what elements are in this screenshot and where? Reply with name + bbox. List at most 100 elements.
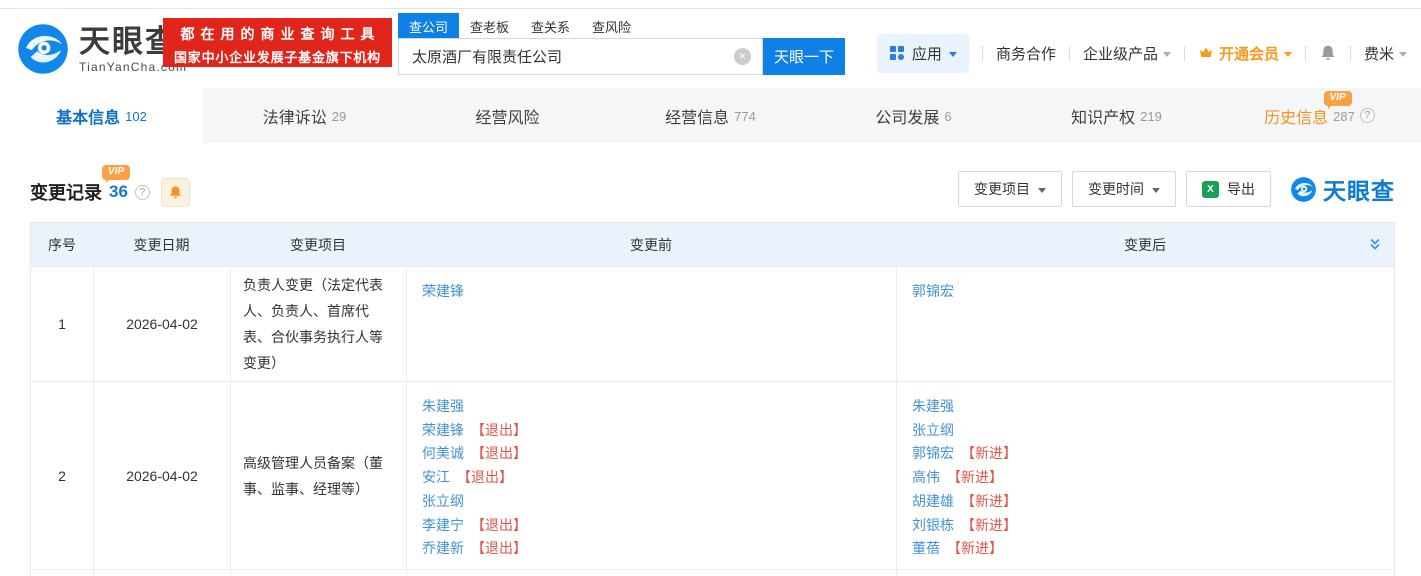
person-link[interactable]: 郭锦宏 <box>912 283 954 299</box>
person-status-tag: 【退出】 <box>471 422 527 438</box>
logo-swirl-icon <box>1290 176 1317 203</box>
logo-swirl-icon <box>16 22 70 76</box>
person-status-tag: 【退出】 <box>471 445 527 461</box>
nav-tab-label: 历史信息 <box>1264 104 1328 128</box>
person-link[interactable]: 荣建锋 <box>422 422 464 438</box>
person-link[interactable]: 朱建强 <box>912 398 954 414</box>
nav-tabs: 基本信息102法律诉讼29 经营风险 经营信息774公司发展6知识产权219VIP历… <box>0 88 1421 143</box>
person-link[interactable]: 郭锦宏 <box>912 445 954 461</box>
vip-badge: VIP <box>102 165 130 180</box>
cell-change-date: 2026-04-02 <box>93 267 230 381</box>
collapse-double-chevron-icon[interactable] <box>1368 237 1382 251</box>
cell-change-item: 高级管理人员备案（董事、监事、经理等） <box>230 382 406 569</box>
chevron-down-icon <box>1038 188 1046 193</box>
table-row: 12026-04-02负责人变更（法定代表人、负责人、首席代表、合伙事务执行人等… <box>31 266 1394 381</box>
column-header: 变更前 <box>406 235 896 255</box>
subscribe-bell-button[interactable] <box>161 178 190 207</box>
person-line: 荣建锋 <box>422 280 881 304</box>
person-link[interactable]: 朱建强 <box>422 398 464 414</box>
promo-line-1: 都在用的商业查询工具 <box>163 24 392 44</box>
nav-tab-label: 经营风险 <box>475 104 539 128</box>
export-button[interactable]: X 导出 <box>1186 171 1271 207</box>
nav-tab-label: 知识产权 <box>1071 104 1135 128</box>
chevron-down-icon <box>1163 52 1171 57</box>
chevron-down-icon <box>1152 188 1160 193</box>
search-tabs: 查公司查老板查关系查风险 <box>398 13 845 38</box>
cell-change-date: 2026-04-02 <box>93 382 230 569</box>
change-item-text: 高级管理人员备案（董事、监事、经理等） <box>243 450 394 502</box>
top-divider <box>0 8 1421 9</box>
info-icon[interactable]: ? <box>135 185 150 200</box>
person-link[interactable]: 乔建新 <box>422 540 464 556</box>
search-tab[interactable]: 查公司 <box>398 13 459 38</box>
tianyancha-logo[interactable]: 天眼查 TianYanCha.com <box>16 22 187 76</box>
person-link[interactable]: 张立纲 <box>912 422 954 438</box>
search-button[interactable]: 天眼一下 <box>763 38 845 75</box>
person-line: 刘银栋【新进】 <box>912 514 1379 538</box>
person-link[interactable]: 高伟 <box>912 469 940 485</box>
clear-icon[interactable]: × <box>734 48 751 65</box>
cell-change-item: 负责人变更（法定代表人、负责人、首席代表、合伙事务执行人等变更） <box>230 267 406 381</box>
person-link[interactable]: 何美诚 <box>422 445 464 461</box>
user-menu[interactable]: 费米 <box>1364 43 1407 64</box>
cell-empty <box>896 570 1394 576</box>
nav-tab[interactable]: VIP历史信息287? <box>1218 88 1421 143</box>
table-header-row: 序号变更日期变更项目变更前变更后 <box>31 223 1394 266</box>
filter-change-time-button[interactable]: 变更时间 <box>1072 171 1176 207</box>
person-line: 李建宁【退出】 <box>422 514 881 538</box>
nav-tab[interactable]: 知识产权219 <box>1015 88 1218 143</box>
cell-empty <box>230 570 406 576</box>
section-heading: VIP 变更记录 36 ? <box>30 178 190 207</box>
table-body: 12026-04-02负责人变更（法定代表人、负责人、首席代表、合伙事务执行人等… <box>31 266 1394 576</box>
person-status-tag: 【新进】 <box>947 540 1003 556</box>
table-row: 22026-04-02高级管理人员备案（董事、监事、经理等）朱建强荣建锋【退出】… <box>31 381 1394 569</box>
nav-tab[interactable]: 经营信息774 <box>609 88 812 143</box>
person-line: 郭锦宏【新进】 <box>912 442 1379 466</box>
person-status-tag: 【新进】 <box>947 469 1003 485</box>
apps-grid-icon <box>889 45 905 61</box>
person-link[interactable]: 安江 <box>422 469 450 485</box>
cell-after: 朱建强张立纲郭锦宏【新进】高伟【新进】胡建雄【新进】刘银栋【新进】董蓓【新进】 <box>896 382 1394 569</box>
person-line: 胡建雄【新进】 <box>912 490 1379 514</box>
search-tab[interactable]: 查老板 <box>459 13 520 38</box>
nav-tab[interactable]: 法律诉讼29 <box>203 88 406 143</box>
section-bar: VIP 变更记录 36 ? 变更项目 变更时间 X 导出 <box>30 164 1395 210</box>
person-link[interactable]: 胡建雄 <box>912 493 954 509</box>
chevron-down-icon <box>1284 52 1292 57</box>
search-tab[interactable]: 查关系 <box>520 13 581 38</box>
tianyancha-watermark: 天眼查 <box>1290 172 1395 206</box>
nav-tab[interactable]: 经营风险 <box>406 88 609 143</box>
person-link[interactable]: 李建宁 <box>422 517 464 533</box>
info-icon[interactable]: ? <box>1360 108 1375 123</box>
search-tab[interactable]: 查风险 <box>581 13 642 38</box>
notification-bell[interactable] <box>1319 44 1337 62</box>
page: 天眼查 TianYanCha.com 都在用的商业查询工具 国家中小企业发展子基… <box>0 0 1421 576</box>
promo-line-2: 国家中小企业发展子基金旗下机构 <box>163 47 392 66</box>
menu-business-cooperation[interactable]: 商务合作 <box>996 43 1056 64</box>
menu-label: 企业级产品 <box>1083 43 1158 64</box>
menu-open-vip[interactable]: 开通会员 <box>1198 43 1292 64</box>
nav-tab[interactable]: 基本信息102 <box>0 88 203 143</box>
menu-enterprise-products[interactable]: 企业级产品 <box>1083 43 1171 64</box>
person-link[interactable]: 董蓓 <box>912 540 940 556</box>
menu-label: 开通会员 <box>1219 43 1279 64</box>
person-link[interactable]: 刘银栋 <box>912 517 954 533</box>
person-status-tag: 【退出】 <box>457 469 513 485</box>
column-header: 变更日期 <box>93 235 230 255</box>
person-link[interactable]: 荣建锋 <box>422 283 464 299</box>
person-line: 朱建强 <box>912 395 1379 419</box>
search-input[interactable] <box>410 47 726 66</box>
apps-menu[interactable]: 应用 <box>877 34 969 73</box>
person-link[interactable]: 张立纲 <box>422 493 464 509</box>
cell-empty <box>31 570 93 576</box>
filter-change-item-button[interactable]: 变更项目 <box>958 171 1062 207</box>
promo-banner: 都在用的商业查询工具 国家中小企业发展子基金旗下机构 <box>163 18 392 67</box>
person-line: 荣建锋【退出】 <box>422 419 881 443</box>
nav-tab-count: 774 <box>734 109 756 124</box>
bell-icon <box>1319 44 1337 62</box>
user-name: 费米 <box>1364 43 1394 64</box>
nav-tab[interactable]: 公司发展6 <box>812 88 1015 143</box>
top-menu: 应用 商务合作 企业级产品 开通会员 费米 <box>877 33 1407 73</box>
search-input-wrap: × <box>398 38 763 75</box>
search-row: × 天眼一下 <box>398 38 845 75</box>
